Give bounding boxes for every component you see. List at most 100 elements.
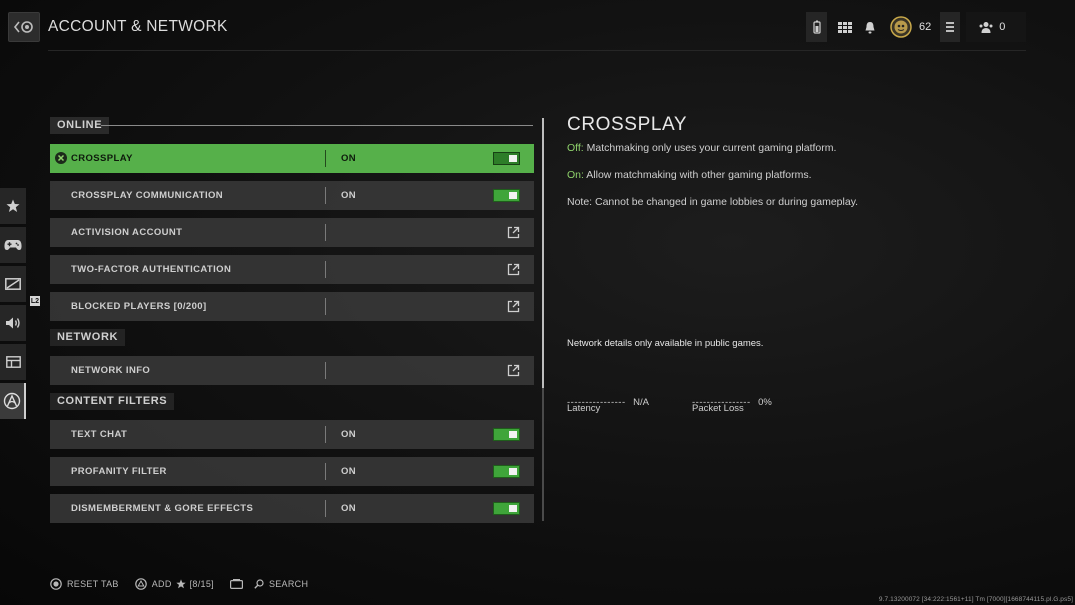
settings-category-rail	[0, 188, 26, 422]
rail-audio[interactable]	[0, 305, 26, 341]
external-link-icon	[507, 263, 520, 276]
row-separator	[325, 187, 326, 204]
list-scrollbar-thumb[interactable]	[542, 118, 544, 388]
setting-label: NETWORK INFO	[71, 365, 151, 376]
latency-value: N/A	[633, 397, 649, 408]
toggle-knob	[509, 155, 517, 162]
footer-actions: RESET TAB ADD [8/15] SEARCH	[50, 578, 324, 590]
gore-effects-toggle[interactable]	[493, 502, 520, 515]
setting-label: BLOCKED PLAYERS [0/200]	[71, 301, 207, 312]
build-version-text: 9.7.13200072 [34:222:1561+11] Tm [7000][…	[878, 596, 1073, 603]
star-icon	[175, 579, 186, 589]
setting-row-gore-effects[interactable]: DISMEMBERMENT & GORE EFFECTS ON	[50, 494, 534, 523]
add-label: ADD	[151, 579, 172, 589]
setting-label: ACTIVISION ACCOUNT	[71, 227, 183, 238]
rail-graphics[interactable]	[0, 266, 26, 302]
crossplay-toggle[interactable]	[493, 152, 520, 165]
header-divider	[48, 50, 1026, 51]
on-keyword: On:	[567, 169, 584, 181]
layout-icon	[5, 356, 21, 368]
external-link-icon	[507, 226, 520, 239]
section-content-filters-title: CONTENT FILTERS	[50, 393, 175, 410]
lock-x-icon	[55, 152, 67, 164]
setting-row-profanity-filter[interactable]: PROFANITY FILTER ON	[50, 457, 534, 486]
setting-label: CROSSPLAY COMMUNICATION	[71, 190, 224, 201]
off-text: Matchmaking only uses your current gamin…	[583, 142, 837, 154]
back-button[interactable]	[8, 12, 40, 42]
battery-indicator	[806, 12, 827, 42]
display-icon	[5, 278, 21, 290]
text-chat-toggle[interactable]	[493, 428, 520, 441]
setting-row-text-chat[interactable]: TEXT CHAT ON	[50, 420, 534, 449]
toggle-knob	[509, 468, 517, 475]
star-icon	[6, 199, 20, 212]
add-favorite-button[interactable]: ADD [8/15]	[134, 578, 214, 590]
rail-interface[interactable]	[0, 344, 26, 380]
r3-button-icon	[50, 578, 62, 590]
row-separator	[325, 261, 326, 278]
rail-account-network[interactable]	[0, 383, 26, 419]
packet-loss-label: Packet Loss	[692, 403, 744, 414]
external-link-icon	[507, 364, 520, 377]
party-indicator[interactable]	[940, 12, 961, 42]
row-separator	[325, 500, 326, 517]
detail-note: Note: Cannot be changed in game lobbies …	[567, 196, 859, 208]
setting-value: ON	[341, 466, 357, 477]
row-separator	[325, 463, 326, 480]
search-icon	[254, 579, 264, 589]
notifications-button[interactable]	[863, 21, 877, 34]
search-button[interactable]: SEARCH	[229, 579, 309, 589]
row-separator	[325, 298, 326, 315]
setting-row-network-info[interactable]: NETWORK INFO	[50, 356, 534, 385]
gamepad-icon	[4, 240, 22, 250]
l2-button-hint: L2	[30, 296, 40, 306]
section-online-divider	[101, 125, 533, 126]
setting-row-blocked-players[interactable]: BLOCKED PLAYERS [0/200]	[50, 292, 534, 321]
network-details-note: Network details only available in public…	[567, 338, 764, 349]
row-separator	[325, 224, 326, 241]
profanity-filter-toggle[interactable]	[493, 465, 520, 478]
battery-icon	[812, 20, 821, 34]
page-title: ACCOUNT & NETWORK	[48, 18, 228, 35]
setting-label: TEXT CHAT	[71, 429, 128, 440]
top-status-bar: 62 0	[806, 12, 1027, 42]
rail-favorites[interactable]	[0, 188, 26, 224]
off-keyword: Off:	[567, 142, 584, 154]
setting-value: ON	[341, 153, 357, 164]
search-label: SEARCH	[268, 579, 309, 589]
reset-tab-button[interactable]: RESET TAB	[50, 578, 119, 590]
latency-label: Latency	[567, 403, 601, 414]
emblem-icon	[890, 16, 912, 38]
speaker-icon	[5, 317, 20, 329]
setting-value: ON	[341, 503, 357, 514]
setting-label: PROFANITY FILTER	[71, 466, 167, 477]
touchpad-icon	[229, 579, 243, 589]
triangle-button-icon	[134, 578, 147, 590]
crossplay-communication-toggle[interactable]	[493, 189, 520, 202]
currency-emblem	[883, 16, 919, 38]
setting-label: DISMEMBERMENT & GORE EFFECTS	[71, 503, 254, 514]
detail-off-description: Off: Matchmaking only uses your current …	[567, 142, 836, 154]
network-icon	[3, 392, 21, 410]
setting-value: ON	[341, 429, 357, 440]
rail-controller[interactable]	[0, 227, 26, 263]
apps-grid-button[interactable]	[827, 21, 863, 33]
toggle-knob	[509, 431, 517, 438]
back-arrow-icon	[13, 21, 33, 33]
setting-label: TWO-FACTOR AUTHENTICATION	[71, 264, 232, 275]
setting-row-crossplay-communication[interactable]: CROSSPLAY COMMUNICATION ON	[50, 181, 534, 210]
external-link-icon	[507, 300, 520, 313]
reset-tab-label: RESET TAB	[67, 579, 119, 589]
setting-value: ON	[341, 190, 357, 201]
party-icon	[946, 22, 955, 32]
friends-count: 0	[999, 21, 1006, 33]
row-separator	[325, 150, 326, 167]
toggle-knob	[509, 192, 517, 199]
friends-button[interactable]: 0	[966, 12, 1027, 42]
setting-row-two-factor[interactable]: TWO-FACTOR AUTHENTICATION	[50, 255, 534, 284]
favorites-count: [8/15]	[189, 579, 214, 589]
friends-icon	[979, 22, 993, 33]
setting-row-activision-account[interactable]: ACTIVISION ACCOUNT	[50, 218, 534, 247]
setting-row-crossplay[interactable]: CROSSPLAY ON	[50, 144, 534, 173]
detail-title: CROSSPLAY	[567, 114, 688, 135]
